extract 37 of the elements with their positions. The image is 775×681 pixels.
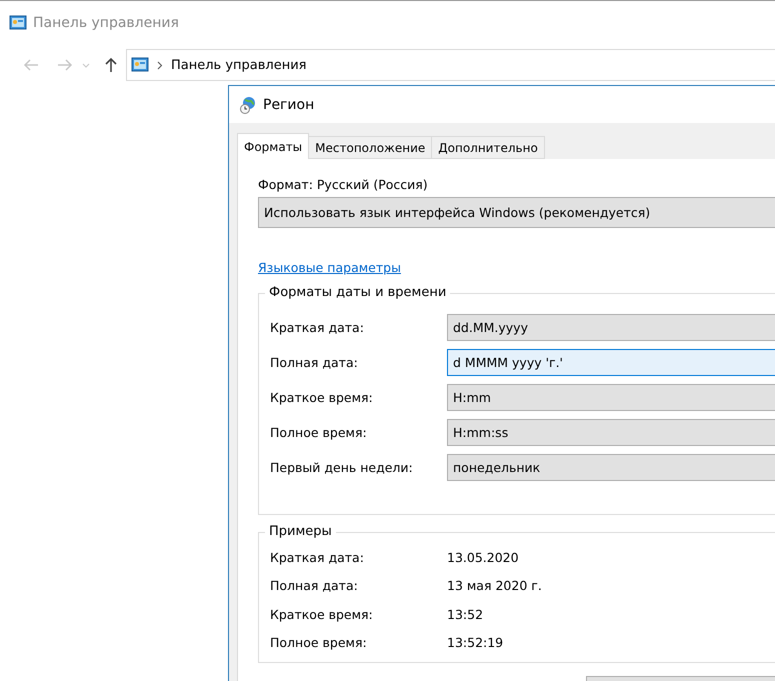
example-label: Полная дата: (270, 578, 359, 594)
group-title: Примеры (265, 524, 336, 539)
control-panel-icon (9, 15, 27, 31)
language-settings-link[interactable]: Языковые параметры (258, 260, 401, 275)
forward-arrow-icon[interactable] (57, 58, 73, 72)
format-dropdown[interactable]: понедельник (447, 454, 775, 481)
globe-clock-icon (239, 96, 257, 114)
example-label: Полное время: (270, 635, 368, 650)
format-dropdown[interactable]: dd.MM.yyyy (447, 314, 775, 341)
control-panel-icon (131, 57, 149, 73)
address-bar[interactable]: Панель управления (126, 49, 775, 81)
example-value: 13:52:19 (447, 635, 504, 650)
tab[interactable]: Дополнительно (431, 136, 545, 159)
example-label: Краткое время: (270, 606, 374, 622)
format-dropdown[interactable]: H:mm (447, 384, 775, 411)
format-label: Формат: Русский (Россия) (258, 177, 429, 192)
example-label: Краткая дата: (270, 550, 365, 565)
field-label: Краткая дата: (270, 320, 365, 335)
field-label: Полная дата: (270, 355, 359, 370)
back-arrow-icon[interactable] (23, 58, 39, 72)
window-title: Панель управления (33, 15, 179, 31)
format-dropdown[interactable]: d MMMM yyyy 'г.' (447, 349, 775, 376)
up-arrow-icon[interactable] (104, 57, 118, 73)
format-dropdown[interactable]: H:mm:ss (447, 419, 775, 446)
example-value: 13 мая 2020 г. (447, 578, 543, 594)
dialog-title: Регион (263, 96, 314, 112)
group-title: Форматы даты и времени (265, 285, 450, 300)
example-value: 13:52 (447, 606, 484, 622)
field-label: Краткое время: (270, 390, 374, 405)
example-value: 13.05.2020 (447, 550, 520, 565)
field-label: Первый день недели: (270, 460, 414, 475)
tab[interactable]: Местоположение (308, 136, 432, 159)
address-text: Панель управления (171, 58, 306, 72)
chevron-icon (157, 60, 163, 70)
field-label: Полное время: (270, 425, 368, 440)
tab[interactable]: Форматы (237, 133, 310, 159)
format-dropdown[interactable]: Использовать язык интерфейса Windows (рекомендуется) (258, 197, 775, 228)
